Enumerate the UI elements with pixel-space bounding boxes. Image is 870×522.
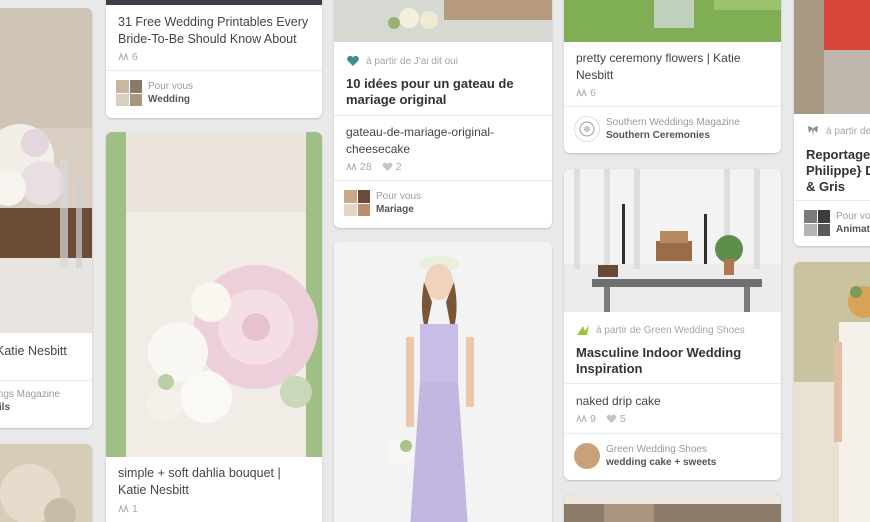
pin-card[interactable]: pretty ceremony flowers | Katie Nesbitt … [564, 0, 781, 153]
pin-description: simple + soft dahlia bouquet | Katie Nes… [118, 466, 281, 497]
pin-card[interactable] [564, 494, 781, 522]
pin-card[interactable]: à partir de J'ai dit oui 10 idées pour u… [334, 0, 552, 228]
board-name: Southern Ceremonies [606, 130, 710, 141]
pin-board-footer[interactable]: Pour vous Wedding [106, 80, 322, 106]
lace-photo [0, 444, 92, 522]
divider [564, 106, 781, 107]
divider [0, 380, 92, 381]
pin-card[interactable]: 31 Free Wedding Printables Every Bride-T… [106, 0, 322, 118]
via-wings-icon [806, 125, 820, 137]
pin-title[interactable]: 10 idées pour un gateau de mariage origi… [334, 76, 552, 108]
divider [106, 70, 322, 71]
pin-via[interactable]: à partir de J'ai dit oui [334, 55, 470, 67]
repin-icon [118, 504, 129, 514]
divider [564, 433, 781, 434]
bride-photo [794, 262, 870, 522]
pin-via[interactable]: à partir de [794, 125, 870, 137]
pin-board-footer[interactable]: Green Wedding Shoes wedding cake + sweet… [564, 443, 781, 469]
heart-icon [606, 414, 617, 424]
like-count: 2 [382, 161, 402, 173]
pin-board-footer[interactable]: Pour vo Animat [794, 210, 870, 236]
board-source: Southern Weddings Magazine [606, 117, 740, 128]
like-count: 5 [606, 413, 626, 425]
pin-board-footer[interactable]: Southern Weddings Magazine Southern Cere… [564, 116, 781, 142]
board-name: Wedding [148, 94, 191, 105]
via-leaf-icon [576, 324, 590, 336]
pin-card[interactable]: Katie Nesbitt dings Magazine tails [0, 8, 92, 428]
board-source: Pour vous [148, 81, 194, 92]
pin-image[interactable] [334, 0, 552, 42]
pin-card[interactable]: simple + soft dahlia bouquet | Katie Nes… [106, 132, 322, 522]
pin-title[interactable]: Masculine Indoor Wedding Inspiration [564, 345, 781, 377]
repin-count: 6 [118, 51, 138, 63]
pin-stats: 6 [106, 51, 150, 63]
board-name: tails [0, 402, 11, 413]
board-name: wedding cake + sweets [606, 457, 717, 468]
pin-image[interactable] [106, 132, 322, 457]
board-name: Animat [836, 224, 870, 235]
repin-count: 6 [576, 87, 596, 99]
pin-card[interactable] [334, 242, 552, 522]
table-bouquet-photo [0, 8, 92, 333]
avatar [574, 116, 600, 142]
pin-stats: 9 5 [564, 413, 638, 425]
repin-icon [576, 88, 587, 98]
repin-icon [346, 162, 357, 172]
dahlia-bouquet-photo [106, 132, 322, 457]
pin-via[interactable]: à partir de Green Wedding Shoes [564, 324, 757, 336]
board-thumbnails [804, 210, 830, 236]
pin-description: Katie Nesbitt [0, 344, 67, 358]
pin-stats: 1 [106, 503, 150, 515]
board-thumbnails [344, 190, 370, 216]
pin-card[interactable]: à partir de Reportage Philippe} D & Gris… [794, 0, 870, 246]
board-name: Mariage [376, 204, 414, 215]
divider [334, 180, 552, 181]
board-source: Pour vo [836, 211, 870, 222]
board-thumbnails [116, 80, 142, 106]
pin-board-footer[interactable]: dings Magazine tails [0, 388, 92, 414]
pin-description: pretty ceremony flowers | Katie Nesbitt [576, 51, 741, 82]
wood-photo [564, 494, 781, 522]
indoor-wedding-photo [564, 169, 781, 312]
divider [564, 383, 781, 384]
board-source: dings Magazine [0, 389, 61, 400]
pin-board-footer[interactable]: Pour vous Mariage [334, 190, 552, 216]
pin-image[interactable] [0, 8, 92, 333]
pin-description: gateau-de-mariage-original-cheesecake [346, 125, 495, 156]
pin-image[interactable] [794, 0, 870, 114]
pin-description: 31 Free Wedding Printables Every Bride-T… [118, 15, 309, 46]
repin-icon [576, 414, 587, 424]
pin-stats: 6 [564, 87, 608, 99]
pin-title[interactable]: Reportage Philippe} D & Gris [794, 147, 870, 195]
heart-icon [382, 162, 393, 172]
pin-stats: 28 2 [334, 161, 414, 173]
board-source: Pour vous [376, 191, 422, 202]
pin-card[interactable] [794, 262, 870, 522]
divider [794, 200, 870, 201]
repin-count: 28 [346, 161, 372, 173]
pin-card[interactable] [0, 444, 92, 522]
pin-image[interactable] [564, 169, 781, 312]
repin-count: 1 [118, 503, 138, 515]
repin-icon [118, 52, 129, 62]
lavender-dress-photo [334, 242, 552, 522]
cake-photo [334, 0, 552, 42]
repin-count: 9 [576, 413, 596, 425]
board-source: Green Wedding Shoes [606, 444, 707, 455]
divider [334, 115, 552, 116]
via-heart-icon [346, 55, 360, 67]
child-photo [794, 0, 870, 114]
avatar [574, 443, 600, 469]
pin-card[interactable]: à partir de Green Wedding Shoes Masculin… [564, 169, 781, 480]
ceremony-flowers-photo [564, 0, 781, 42]
pin-image[interactable] [564, 0, 781, 42]
pin-image-edge [106, 0, 322, 5]
pin-description: naked drip cake [576, 394, 661, 408]
